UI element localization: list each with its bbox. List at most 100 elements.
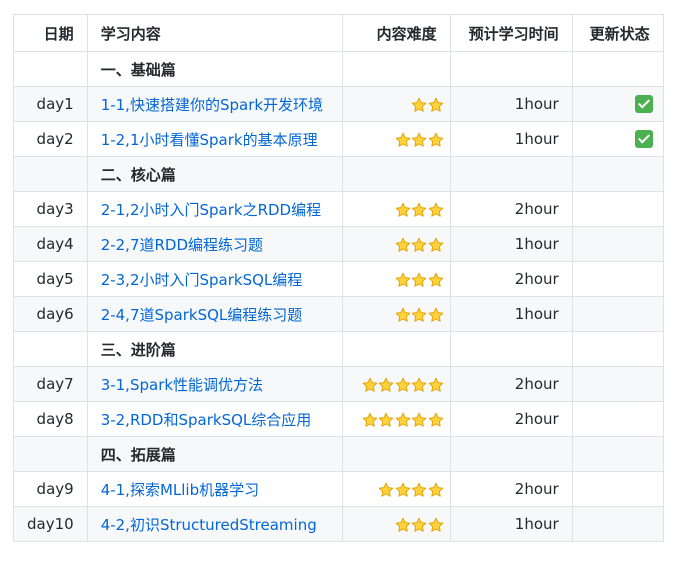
date-cell: day10 xyxy=(13,506,88,542)
table-row: day3 2-1,2小时入门Spark之RDD编程 2hour xyxy=(13,191,664,227)
section-title: 四、拓展篇 xyxy=(100,445,176,464)
difficulty-cell xyxy=(341,401,451,437)
time-cell: 2hour xyxy=(449,261,573,297)
table-row: day6 2-4,7道SparkSQL编程练习题 1hour xyxy=(13,296,664,332)
status-cell xyxy=(571,436,664,472)
time-cell: 2hour xyxy=(449,366,573,402)
lesson-link[interactable]: 2-3,2小时入门SparkSQL编程 xyxy=(101,271,303,289)
content-cell: 4-1,探索MLlib机器学习 xyxy=(86,471,343,507)
header-time: 预计学习时间 xyxy=(449,14,573,52)
lesson-link[interactable]: 1-1,快速搭建你的Spark开发环境 xyxy=(101,96,323,114)
lesson-link[interactable]: 3-1,Spark性能调优方法 xyxy=(101,376,263,394)
star-icon xyxy=(395,517,410,532)
difficulty-stars xyxy=(394,272,444,288)
star-icon xyxy=(428,307,443,322)
date-cell: day3 xyxy=(13,191,88,227)
difficulty-cell xyxy=(341,506,451,542)
content-cell: 3-2,RDD和SparkSQL综合应用 xyxy=(86,401,343,437)
status-cell xyxy=(571,86,664,122)
time-cell xyxy=(449,156,573,192)
time-cell: 1hour xyxy=(449,121,573,157)
star-icon xyxy=(411,482,427,497)
date-cell xyxy=(13,436,88,472)
date-cell: day2 xyxy=(13,121,88,157)
time-cell: 2hour xyxy=(449,191,573,227)
star-icon xyxy=(411,517,427,532)
star-icon xyxy=(395,132,410,147)
check-mark-icon xyxy=(634,95,653,114)
difficulty-stars xyxy=(394,307,444,323)
table-header-row: 日期 学习内容 内容难度 预计学习时间 更新状态 xyxy=(13,14,664,52)
difficulty-stars xyxy=(394,517,444,533)
star-icon xyxy=(411,412,427,427)
lesson-link[interactable]: 2-2,7道RDD编程练习题 xyxy=(101,236,263,254)
status-cell xyxy=(571,191,664,227)
difficulty-cell xyxy=(341,226,451,262)
table-row: day9 4-1,探索MLlib机器学习 2hour xyxy=(13,471,664,507)
section-cell: 一、基础篇 xyxy=(86,51,343,87)
status-cell xyxy=(571,471,664,507)
header-difficulty: 内容难度 xyxy=(341,14,451,52)
status-cell xyxy=(571,401,664,437)
difficulty-stars xyxy=(361,377,444,393)
time-cell: 2hour xyxy=(449,471,573,507)
star-icon xyxy=(428,202,443,217)
star-icon xyxy=(428,517,443,532)
star-icon xyxy=(395,237,410,252)
star-icon xyxy=(411,272,427,287)
date-cell: day6 xyxy=(13,296,88,332)
lesson-link[interactable]: 4-2,初识StructuredStreaming xyxy=(101,516,317,534)
table-row: 二、核心篇 xyxy=(13,156,664,192)
content-cell: 2-1,2小时入门Spark之RDD编程 xyxy=(86,191,343,227)
table-row: 一、基础篇 xyxy=(13,51,664,87)
time-cell: 1hour xyxy=(449,296,573,332)
star-icon xyxy=(362,412,377,427)
time-cell xyxy=(449,436,573,472)
table-body: 一、基础篇 day1 1-1,快速搭建你的Spark开发环境 1hour day… xyxy=(13,51,664,542)
star-icon xyxy=(411,132,427,147)
star-icon xyxy=(395,272,410,287)
time-cell: 2hour xyxy=(449,401,573,437)
difficulty-stars xyxy=(394,132,444,148)
star-icon xyxy=(395,307,410,322)
star-icon xyxy=(411,377,427,392)
date-cell: day7 xyxy=(13,366,88,402)
star-icon xyxy=(395,202,410,217)
star-icon xyxy=(428,237,443,252)
table-row: day1 1-1,快速搭建你的Spark开发环境 1hour xyxy=(13,86,664,122)
star-icon xyxy=(411,307,427,322)
date-cell xyxy=(13,156,88,192)
status-cell xyxy=(571,156,664,192)
status-cell xyxy=(571,261,664,297)
difficulty-cell xyxy=(341,191,451,227)
difficulty-cell xyxy=(341,156,451,192)
date-cell: day5 xyxy=(13,261,88,297)
date-cell: day1 xyxy=(13,86,88,122)
study-plan-table: 日期 学习内容 内容难度 预计学习时间 更新状态 一、基础篇 day1 1-1,… xyxy=(13,14,664,542)
lesson-link[interactable]: 2-1,2小时入门Spark之RDD编程 xyxy=(101,201,321,219)
difficulty-stars xyxy=(378,482,444,498)
lesson-link[interactable]: 4-1,探索MLlib机器学习 xyxy=(101,481,259,499)
table-row: day7 3-1,Spark性能调优方法 2hour xyxy=(13,366,664,402)
star-icon xyxy=(411,202,427,217)
status-cell xyxy=(571,226,664,262)
star-icon xyxy=(428,377,443,392)
difficulty-cell xyxy=(341,121,451,157)
table-row: 四、拓展篇 xyxy=(13,436,664,472)
section-title: 一、基础篇 xyxy=(100,60,176,79)
star-icon xyxy=(428,482,443,497)
time-cell xyxy=(449,51,573,87)
star-icon xyxy=(428,412,443,427)
lesson-link[interactable]: 3-2,RDD和SparkSQL综合应用 xyxy=(101,411,312,429)
lesson-link[interactable]: 2-4,7道SparkSQL编程练习题 xyxy=(101,306,303,324)
content-cell: 1-1,快速搭建你的Spark开发环境 xyxy=(86,86,343,122)
check-mark-icon xyxy=(634,130,653,149)
time-cell xyxy=(449,331,573,367)
status-cell xyxy=(571,366,664,402)
lesson-link[interactable]: 1-2,1小时看懂Spark的基本原理 xyxy=(101,131,318,149)
table-row: day8 3-2,RDD和SparkSQL综合应用 2hour xyxy=(13,401,664,437)
difficulty-stars xyxy=(394,202,444,218)
content-cell: 3-1,Spark性能调优方法 xyxy=(86,366,343,402)
difficulty-cell xyxy=(341,86,451,122)
header-status: 更新状态 xyxy=(571,14,664,52)
